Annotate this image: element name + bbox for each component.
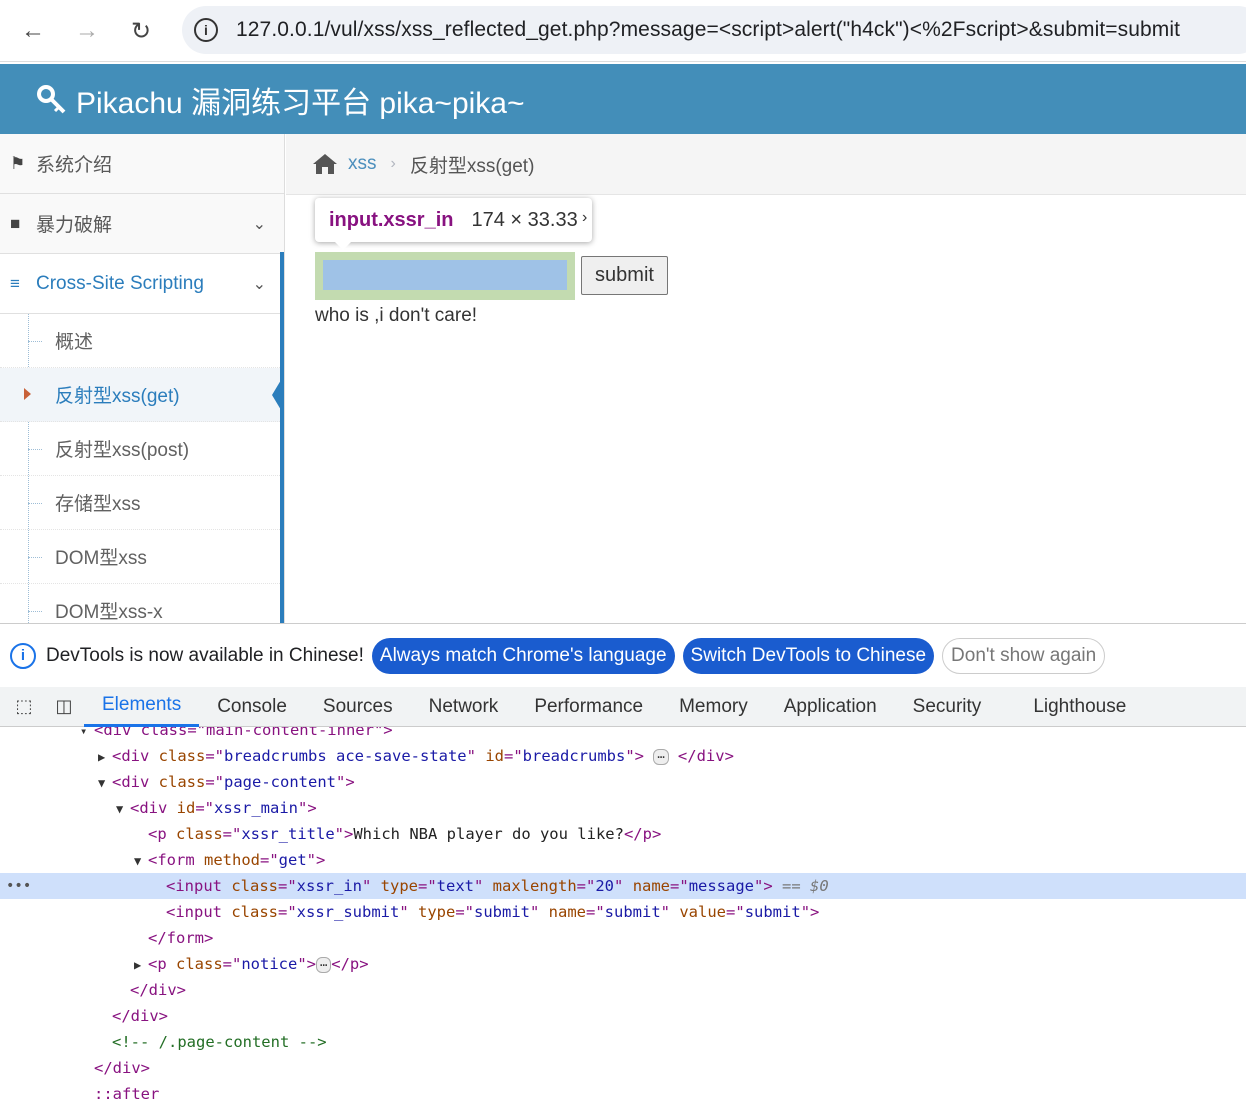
tooltip-dimensions: 174 × 33.33 xyxy=(471,208,578,231)
tab-lighthouse[interactable]: Lighthouse xyxy=(1015,687,1144,727)
submenu-item-stored[interactable]: 存储型xss xyxy=(0,476,284,530)
dont-show-again-button[interactable]: Don't show again xyxy=(942,637,1106,674)
breadcrumb-link-xss[interactable]: xss xyxy=(348,153,377,175)
tab-sources[interactable]: Sources xyxy=(305,687,411,727)
active-section-bar xyxy=(280,252,284,623)
chevron-down-icon: ⌄ xyxy=(252,276,266,293)
page-header: Pikachu 漏洞练习平台 pika~pika~ xyxy=(0,64,1246,134)
dom-node[interactable]: <p class="xssr_title">Which NBA player d… xyxy=(0,821,1246,847)
key-icon xyxy=(37,85,66,114)
dom-node[interactable]: ▶ <p class="notice"> ⋯ </p> xyxy=(0,951,1246,977)
sidebar-item-intro[interactable]: ⚑ 系统介绍 xyxy=(0,134,284,194)
browser-toolbar: ← → ↻ i 127.0.0.1/vul/xss/xss_reflected_… xyxy=(0,0,1246,62)
dom-node-selected[interactable]: ••• <input class="xssr_in" type="text" m… xyxy=(0,873,1246,899)
tooltip-overflow-glyph: › xyxy=(582,209,588,226)
tab-performance[interactable]: Performance xyxy=(516,687,661,727)
sidebar-item-label: Cross-Site Scripting xyxy=(36,272,204,294)
breadcrumb: xss › 反射型xss(get) xyxy=(286,134,1246,195)
site-info-icon[interactable]: i xyxy=(194,18,218,42)
caret-right-icon xyxy=(24,388,31,400)
tab-security[interactable]: Security xyxy=(895,687,1000,727)
switch-chinese-button[interactable]: Switch DevTools to Chinese xyxy=(682,637,935,674)
tooltip-selector: input.xssr_in xyxy=(329,208,454,231)
tags-icon: ⚑ xyxy=(10,153,26,173)
dom-node[interactable]: </form> xyxy=(0,925,1246,951)
sidebar-item-brute-force[interactable]: ■ 暴力破解 ⌄ xyxy=(0,194,284,254)
dom-node[interactable]: ▼ <form method="get"> xyxy=(0,847,1246,873)
dom-node[interactable]: </div> xyxy=(0,1003,1246,1029)
notice-text: who is ,i don't care! xyxy=(315,305,478,326)
page-content: input.xssr_in 174 × 33.33 › submit who i… xyxy=(286,195,1246,623)
dom-pseudo[interactable]: ::after xyxy=(0,1081,1246,1107)
home-icon[interactable] xyxy=(312,153,338,175)
submenu-item-dom-x[interactable]: DOM型xss-x xyxy=(0,584,284,623)
match-language-button[interactable]: Always match Chrome's language xyxy=(371,637,675,674)
submit-button[interactable]: submit xyxy=(581,256,668,295)
message-input[interactable] xyxy=(323,260,567,290)
inspect-element-icon[interactable]: ⬚ xyxy=(4,687,44,727)
dom-node[interactable]: </div> xyxy=(0,1055,1246,1081)
back-icon[interactable]: ← xyxy=(16,14,50,48)
submenu-item-label: 反射型xss(get) xyxy=(55,386,180,407)
sidebar-item-label: 暴力破解 xyxy=(36,215,113,236)
chevron-right-icon: › xyxy=(390,155,396,172)
submenu-item-overview[interactable]: 概述 xyxy=(0,314,284,368)
info-icon: i xyxy=(10,642,36,669)
submenu-item-reflected-post[interactable]: 反射型xss(post) xyxy=(0,422,284,476)
chevron-down-icon: ⌄ xyxy=(252,216,266,233)
submenu-item-dom[interactable]: DOM型xss xyxy=(0,530,284,584)
sidebar-item-xss[interactable]: ≡ Cross-Site Scripting ⌄ xyxy=(0,254,284,314)
submenu-item-label: DOM型xss xyxy=(55,548,147,569)
dom-comment[interactable]: <!-- /.page-content --> xyxy=(0,1029,1246,1055)
collapsed-ellipsis-icon[interactable]: ⋯ xyxy=(316,956,332,973)
dom-node[interactable]: ▼ <div class="page-content"> xyxy=(0,769,1246,795)
list-tree-icon: ≡ xyxy=(10,273,20,293)
brand[interactable]: Pikachu 漏洞练习平台 pika~pika~ xyxy=(36,78,525,122)
submenu-item-reflected-get[interactable]: 反射型xss(get) xyxy=(0,368,284,422)
forward-icon[interactable]: → xyxy=(70,14,104,48)
brand-title: Pikachu 漏洞练习平台 pika~pika~ xyxy=(76,87,525,120)
devtools-language-banner: i DevTools is now available in Chinese! … xyxy=(0,623,1246,687)
more-options-icon[interactable]: ••• xyxy=(6,873,31,899)
xss-submenu: 概述 反射型xss(get) 反射型xss(post) 存储型xss DOM型x… xyxy=(0,314,284,623)
breadcrumb-current: 反射型xss(get) xyxy=(409,155,535,177)
address-bar[interactable]: i 127.0.0.1/vul/xss/xss_reflected_get.ph… xyxy=(182,6,1246,54)
devtools-tabbar: ⬚ ◫ Elements Console Sources Network Per… xyxy=(0,687,1246,727)
tab-console[interactable]: Console xyxy=(199,687,305,727)
reload-icon[interactable]: ↻ xyxy=(124,14,158,48)
dom-tree: ▾ <div class="main-content-inner"> ▶ <div … xyxy=(0,727,1246,1115)
tab-network[interactable]: Network xyxy=(411,687,517,727)
url-text[interactable]: 127.0.0.1/vul/xss/xss_reflected_get.php?… xyxy=(236,18,1180,42)
collapsed-ellipsis-icon[interactable]: ⋯ xyxy=(653,748,669,765)
submenu-item-label: 反射型xss(post) xyxy=(55,440,190,461)
inspect-highlight xyxy=(315,252,575,300)
sidebar-item-label: 系统介绍 xyxy=(36,155,113,176)
submenu-item-label: 存储型xss xyxy=(55,494,141,515)
inspect-tooltip: input.xssr_in 174 × 33.33 xyxy=(315,198,592,250)
dom-node[interactable]: ▶ <div class="breadcrumbs ace-save-state"… xyxy=(0,743,1246,769)
submenu-item-label: DOM型xss-x xyxy=(55,602,163,623)
banner-text: DevTools is now available in Chinese! xyxy=(46,644,364,666)
dom-node[interactable]: </div> xyxy=(0,977,1246,1003)
tab-application[interactable]: Application xyxy=(766,687,895,727)
submenu-item-label: 概述 xyxy=(55,332,94,353)
dom-node[interactable]: ▼ <div id="xssr_main"> xyxy=(0,795,1246,821)
lock-icon: ■ xyxy=(10,213,21,233)
dom-node[interactable]: <input class="xssr_submit" type="submit"… xyxy=(0,899,1246,925)
dom-node[interactable]: ▾ <div class="main-content-inner"> xyxy=(0,727,1246,743)
device-toolbar-icon[interactable]: ◫ xyxy=(44,687,84,727)
tab-elements[interactable]: Elements xyxy=(84,687,200,727)
tab-memory[interactable]: Memory xyxy=(661,687,766,727)
sidebar: ⚑ 系统介绍 ■ 暴力破解 ⌄ ≡ Cross-Site Scripting ⌄… xyxy=(0,134,285,623)
